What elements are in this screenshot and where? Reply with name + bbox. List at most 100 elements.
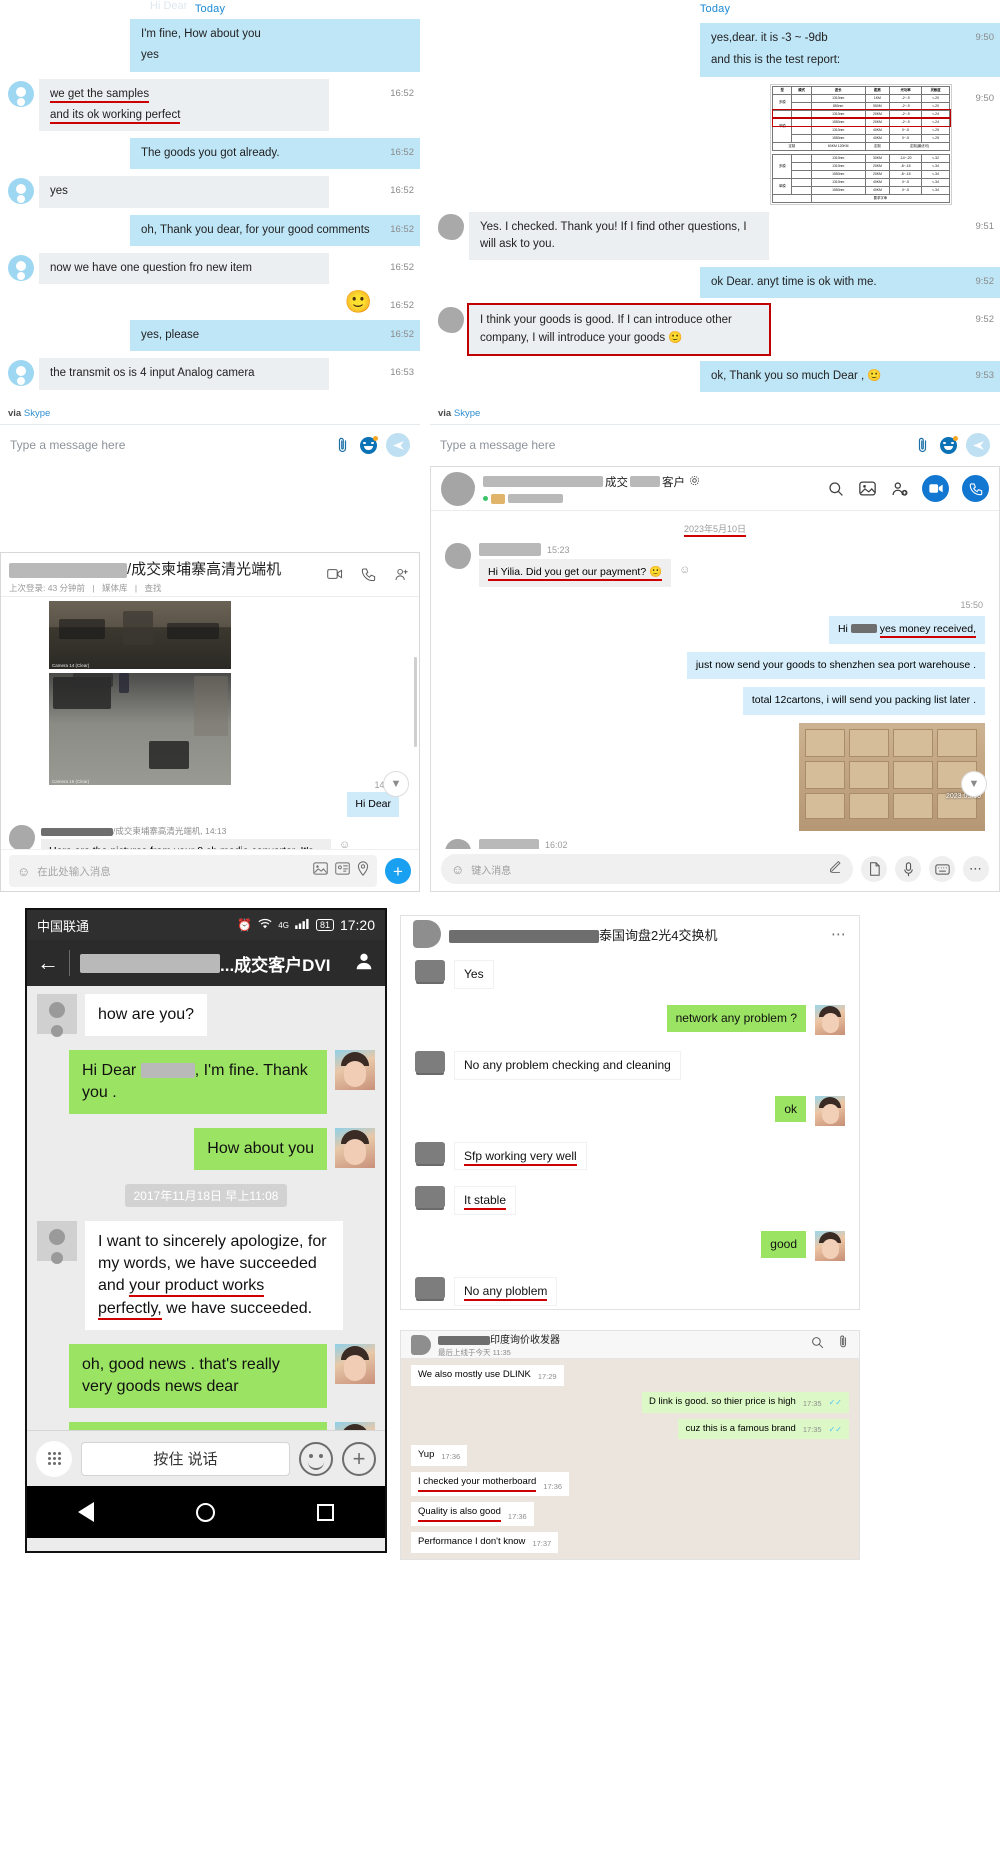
search-button[interactable]: [811, 1336, 824, 1354]
message-text: cuz this is a famous brand: [685, 1422, 796, 1434]
emoji-button[interactable]: [360, 435, 378, 454]
avatar: [8, 254, 34, 281]
handwriting-icon[interactable]: [829, 860, 843, 879]
avatar: [8, 178, 34, 205]
file-button[interactable]: [861, 856, 887, 882]
table-cell: 20KM: [864, 161, 891, 171]
back-arrow-icon[interactable]: ←: [37, 950, 59, 976]
cartons-photo[interactable]: 24°C 2023.05.10: [799, 723, 985, 831]
emoji-icon[interactable]: ☺: [17, 864, 30, 879]
voice-call-icon: [361, 568, 375, 581]
recents-square-icon[interactable]: [317, 1503, 334, 1521]
message-list: We also mostly use DLINK 17:29 D link is…: [401, 1359, 859, 1559]
chat-header: 印度询价收发器 最后上线于今天 11:35: [401, 1331, 859, 1359]
message-row-image: 型 模式 波长 距离 光功率 灵敏度 多模 1310nm 1KM -2~-9 <-20…: [430, 83, 1000, 205]
keyboard-button[interactable]: [929, 856, 955, 882]
location-icon[interactable]: [357, 861, 369, 881]
timestamp: 17:35: [802, 1398, 822, 1408]
emoji-reaction-icon[interactable]: ☺: [679, 564, 690, 576]
message-row: yes,dear. it is -3 ~ -9db and this is th…: [430, 23, 1000, 77]
image-icon[interactable]: [313, 862, 328, 880]
table-cell: 1KM: [864, 93, 891, 103]
message-bubble: now we have one question fro new item: [39, 252, 329, 284]
add-button[interactable]: +: [385, 858, 411, 884]
message-text: I'm fine, How about you: [141, 28, 261, 40]
test-report-image[interactable]: 型 模式 波长 距离 光功率 灵敏度 多模 1310nm 1KM -2~-9 <-20…: [770, 83, 952, 205]
alarm-icon: ⏰: [237, 918, 253, 932]
message-input-bar[interactable]: ☺ 键入消息: [441, 854, 853, 884]
media-library-link[interactable]: 媒体库: [102, 583, 128, 593]
more-options-icon[interactable]: ⋯: [831, 925, 847, 943]
hold-to-talk-button[interactable]: 按住 说话: [81, 1441, 290, 1476]
message-bubble: It stable: [454, 1186, 517, 1216]
video-call-icon: [928, 484, 943, 493]
scroll-to-bottom-button[interactable]: ▼: [961, 771, 987, 797]
message-row: /成交柬埔寨高清光端机, 14:13 Here are the pictures…: [9, 825, 411, 849]
attach-button[interactable]: [915, 437, 930, 454]
avatar: [415, 1141, 445, 1164]
emoji-button[interactable]: [940, 435, 958, 454]
emoji-button[interactable]: [299, 1441, 333, 1476]
redacted-text: [508, 494, 563, 503]
avatar: [8, 360, 34, 387]
separator: |: [92, 583, 95, 593]
message-bubble: total 12cartons, i will send you packing…: [742, 687, 985, 715]
message-row: How about you: [37, 1128, 375, 1171]
table-cell: <-34: [921, 161, 950, 171]
keyboard-button[interactable]: [36, 1440, 72, 1477]
title-part-2: 客户: [662, 476, 685, 489]
message-text: D link is good. so thier price is high: [649, 1395, 796, 1407]
video-call-button[interactable]: [323, 562, 347, 586]
contact-icon[interactable]: [353, 950, 375, 977]
message-bubble: Quality is also good 17:36: [411, 1502, 534, 1526]
gear-icon[interactable]: [689, 475, 700, 489]
table-cell: 1550nm: [810, 117, 866, 127]
more-button[interactable]: ⋯: [963, 856, 989, 882]
message-input[interactable]: 键入消息: [471, 862, 829, 877]
add-contact-button[interactable]: [389, 562, 413, 586]
search-button[interactable]: [826, 479, 845, 498]
table-cell: 40KM: [864, 177, 891, 187]
scroll-to-bottom-button[interactable]: ▼: [383, 771, 409, 797]
emoji-reaction-icon[interactable]: ☺: [339, 839, 350, 849]
read-receipt-icon: ✓✓: [828, 1397, 842, 1407]
table-cell: 20KM: [864, 169, 891, 179]
via-prefix: via: [438, 408, 452, 419]
card-icon[interactable]: [335, 862, 350, 880]
message-input-bar[interactable]: ☺ 在此处输入消息: [9, 855, 377, 887]
message-text: and its ok working perfect: [50, 108, 181, 124]
scrollbar-thumb[interactable]: [414, 657, 417, 747]
message-row: 16:02 Hi wow ☺ crazy ☺ so much 😊 ☺: [445, 839, 985, 849]
voice-button[interactable]: [895, 856, 921, 882]
camera-photo-1[interactable]: Camera 14 (Clear): [49, 601, 231, 669]
image-button[interactable]: [858, 479, 877, 498]
message-text: and this is the test report:: [711, 54, 841, 67]
message-input[interactable]: 在此处输入消息: [37, 864, 306, 879]
send-button[interactable]: [386, 433, 410, 457]
send-button[interactable]: [966, 433, 990, 457]
video-call-button[interactable]: [922, 475, 949, 502]
page-title: 成交 客户: [483, 474, 826, 490]
message-text-underlined: I checked your motherboard: [418, 1476, 537, 1493]
emoji-icon[interactable]: ☺: [451, 862, 464, 877]
composer-footer: via Skype Type a message here: [0, 404, 420, 465]
composer-row: Type a message here: [430, 425, 1000, 465]
plus-button[interactable]: +: [342, 1441, 376, 1476]
attach-button[interactable]: [838, 1335, 849, 1354]
table-cell: 1310nm: [810, 125, 866, 135]
composer-row: Type a message here: [0, 425, 420, 465]
message-input[interactable]: Type a message here: [10, 438, 325, 452]
via-app-link[interactable]: Skype: [24, 408, 50, 419]
add-member-button[interactable]: [890, 479, 909, 498]
attach-button[interactable]: [335, 437, 350, 454]
camera-photo-2[interactable]: Camera 16 (Clear): [49, 673, 231, 785]
back-triangle-icon[interactable]: [78, 1502, 94, 1522]
home-circle-icon[interactable]: [196, 1502, 215, 1522]
voice-call-button[interactable]: [356, 562, 380, 586]
search-link[interactable]: 查找: [145, 583, 162, 593]
message-input[interactable]: Type a message here: [440, 438, 905, 452]
avatar: [415, 1186, 445, 1209]
message-row: I want to sincerely apologize, for my wo…: [37, 1221, 375, 1330]
voice-call-button[interactable]: [962, 475, 989, 502]
via-app-link[interactable]: Skype: [454, 408, 480, 419]
